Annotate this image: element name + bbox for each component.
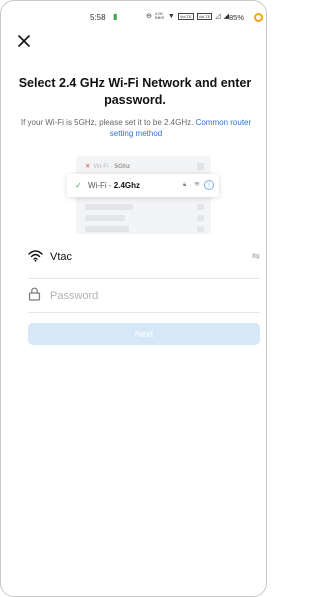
status-time: 5:58 bbox=[90, 13, 106, 22]
wifi-network-row[interactable]: Vtac ⇋ bbox=[28, 247, 260, 271]
close-button[interactable] bbox=[18, 34, 34, 50]
illustration-placeholder-bar bbox=[85, 215, 125, 221]
net-speed: 4.00 KB/S bbox=[154, 11, 164, 20]
divider bbox=[28, 312, 260, 313]
illus-24g-label: Wi-Fi - 2.4Ghz bbox=[88, 181, 140, 190]
wifi-icon: ≋ bbox=[194, 181, 200, 188]
illustration-row-5g: ✕ Wi-Fi - 5Ghz bbox=[85, 160, 207, 173]
status-activity-icon: ▮ bbox=[113, 12, 118, 21]
x-icon: ✕ bbox=[85, 163, 91, 170]
silent-icon: ⊖ bbox=[146, 13, 152, 20]
next-button[interactable]: Next bbox=[28, 323, 260, 345]
illus-5g-prefix: Wi-Fi - bbox=[93, 163, 115, 170]
wifi-network-name: Vtac bbox=[50, 251, 73, 263]
illus-24g-prefix: Wi-Fi - bbox=[88, 181, 114, 190]
close-icon bbox=[18, 35, 30, 47]
illustration-placeholder-bar bbox=[85, 204, 133, 210]
phone-frame: 5:58 ▮ ⊖ 4.00 KB/S ▼ VoLTE VoLTE ◿ ◢ 85%… bbox=[0, 0, 267, 597]
volte-icon: VoLTE bbox=[196, 12, 213, 20]
check-icon: ✓ bbox=[75, 181, 82, 190]
password-input[interactable] bbox=[50, 287, 250, 305]
illus-5g-band: 5Ghz bbox=[114, 163, 131, 170]
wifi-icon bbox=[28, 250, 43, 262]
battery-percent: 85% bbox=[229, 13, 245, 22]
placeholder-square bbox=[197, 215, 204, 221]
placeholder-square bbox=[197, 204, 204, 210]
volte-icon: VoLTE bbox=[177, 12, 194, 20]
switch-network-icon[interactable]: ⇋ bbox=[252, 251, 260, 262]
lock-icon bbox=[28, 287, 41, 301]
status-bar: 5:58 ▮ ⊖ 4.00 KB/S ▼ VoLTE VoLTE ◿ ◢ 85% bbox=[1, 1, 266, 31]
page-title: Select 2.4 GHz Wi-Fi Network and enter p… bbox=[18, 76, 252, 107]
wifi-icon: ▼ bbox=[167, 12, 175, 20]
subtitle: If your Wi-Fi is 5GHz, please set it to … bbox=[19, 117, 253, 139]
subtitle-text: If your Wi-Fi is 5GHz, please set it to … bbox=[20, 118, 194, 127]
battery-saver-icon bbox=[254, 13, 263, 22]
lock-icon: 🔒︎ bbox=[183, 182, 187, 188]
illus-24g-band: 2.4Ghz bbox=[113, 181, 140, 190]
signal-icon: ◿ bbox=[215, 13, 221, 20]
illustration-placeholder-bar bbox=[85, 226, 129, 232]
password-row bbox=[28, 286, 260, 308]
placeholder-square bbox=[197, 226, 204, 232]
illustration-row-24g: ✓ Wi-Fi - 2.4Ghz 🔒︎ ≋ i bbox=[67, 174, 219, 197]
info-icon: i bbox=[204, 180, 214, 190]
status-icons: ⊖ 4.00 KB/S ▼ VoLTE VoLTE ◿ ◢ bbox=[146, 11, 229, 21]
divider bbox=[28, 278, 260, 279]
placeholder-square bbox=[197, 163, 204, 170]
